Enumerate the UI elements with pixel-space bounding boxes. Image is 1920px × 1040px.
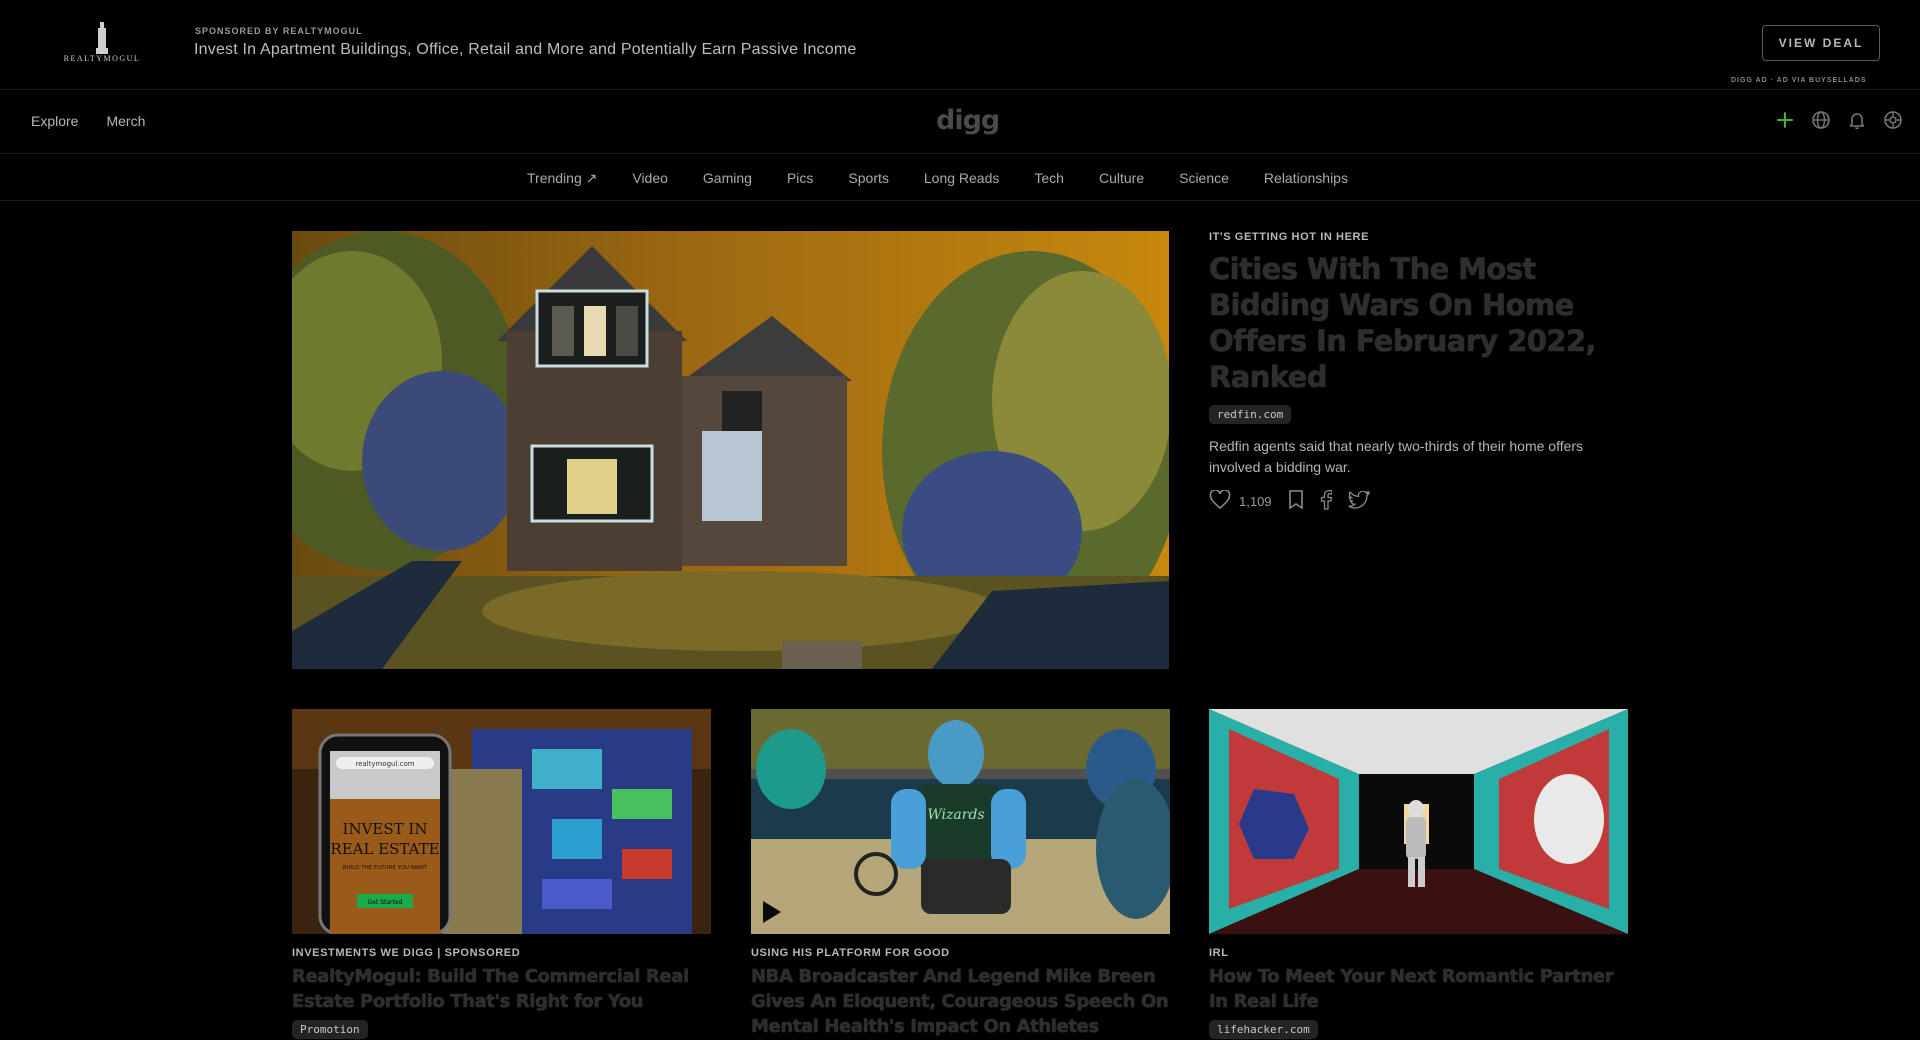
hero-description: Redfin agents said that nearly two-third…	[1209, 438, 1584, 475]
source-badge[interactable]: redfin.com	[1209, 405, 1292, 424]
card-image[interactable]	[1209, 709, 1628, 934]
phone-headline-1: INVEST IN	[343, 820, 428, 838]
category-bar: Trending ↗ Video Gaming Pics Sports Long…	[0, 155, 1920, 201]
category-tech[interactable]: Tech	[1034, 170, 1064, 187]
card-kicker[interactable]: IRL	[1209, 947, 1628, 959]
category-relationships[interactable]: Relationships	[1264, 170, 1348, 187]
category-culture[interactable]: Culture	[1099, 170, 1144, 187]
phone-url: realtymogul.com	[355, 760, 414, 768]
settings-icon[interactable]	[1882, 109, 1904, 131]
ad-attribution[interactable]: DIGG AD · AD VIA BUYSELLADS	[1731, 77, 1867, 84]
card-kicker[interactable]: USING HIS PLATFORM FOR GOOD	[751, 947, 1170, 959]
category-video[interactable]: Video	[632, 170, 668, 187]
category-sports[interactable]: Sports	[848, 170, 888, 187]
add-icon[interactable]	[1774, 109, 1796, 131]
realtymogul-logo[interactable]: REALTYMOGUL	[58, 22, 146, 68]
nav-merch[interactable]: Merch	[106, 113, 145, 129]
hero-image[interactable]	[292, 231, 1169, 669]
category-pics[interactable]: Pics	[787, 170, 813, 187]
nav-explore[interactable]: Explore	[31, 113, 78, 129]
like-count: 1,109	[1239, 494, 1272, 509]
category-list: Trending ↗ Video Gaming Pics Sports Long…	[527, 170, 1383, 187]
site-header: Explore Merch digg	[0, 91, 1920, 154]
category-science[interactable]: Science	[1179, 170, 1229, 187]
building-icon	[96, 22, 108, 54]
hero-kicker[interactable]: IT'S GETTING HOT IN HERE	[1209, 231, 1629, 243]
globe-icon[interactable]	[1810, 109, 1832, 131]
sponsored-banner[interactable]: REALTYMOGUL SPONSORED BY REALTYMOGUL Inv…	[0, 0, 1920, 90]
header-actions	[1774, 109, 1904, 131]
jersey-text: Wizards	[927, 807, 984, 823]
card-title[interactable]: NBA Broadcaster And Legend Mike Breen Gi…	[751, 964, 1170, 1039]
card-title[interactable]: RealtyMogul: Build The Commercial Real E…	[292, 964, 711, 1014]
digg-logo[interactable]: digg	[936, 105, 1000, 136]
source-badge[interactable]: Promotion	[292, 1020, 368, 1039]
category-long-reads[interactable]: Long Reads	[924, 170, 1000, 187]
source-badge[interactable]: lifehacker.com	[1209, 1020, 1318, 1039]
card-image[interactable]: Wizards	[751, 709, 1170, 934]
hero-title[interactable]: Cities With The Most Bidding Wars On Hom…	[1209, 251, 1629, 395]
category-gaming[interactable]: Gaming	[703, 170, 752, 187]
phone-subtext: BUILD THE FUTURE YOU WANT	[343, 865, 428, 871]
primary-nav: Explore Merch	[31, 113, 145, 129]
story-card: Wizards USING HIS PLATFORM FOR GOOD NBA …	[751, 709, 1170, 1039]
view-deal-button[interactable]: VIEW DEAL	[1762, 25, 1880, 61]
story-actions: 1,109	[1209, 489, 1629, 513]
card-image[interactable]: realtymogul.com INVEST IN REAL ESTATE BU…	[292, 709, 711, 934]
card-kicker[interactable]: INVESTMENTS WE DIGG | SPONSORED	[292, 947, 711, 959]
heart-icon[interactable]	[1209, 489, 1231, 513]
twitter-icon[interactable]	[1347, 490, 1371, 512]
ad-headline[interactable]: Invest In Apartment Buildings, Office, R…	[194, 41, 856, 59]
card-title[interactable]: How To Meet Your Next Romantic Partner I…	[1209, 964, 1628, 1014]
phone-cta: Get Started	[368, 899, 403, 906]
bell-icon[interactable]	[1846, 109, 1868, 131]
bookmark-icon[interactable]	[1288, 490, 1304, 513]
logo-wordmark: REALTYMOGUL	[63, 54, 141, 63]
story-card: IRL How To Meet Your Next Romantic Partn…	[1209, 709, 1628, 1039]
hero-story: IT'S GETTING HOT IN HERE Cities With The…	[1209, 231, 1629, 513]
story-card: realtymogul.com INVEST IN REAL ESTATE BU…	[292, 709, 711, 1039]
sponsor-label: SPONSORED BY REALTYMOGUL	[195, 26, 363, 36]
facebook-icon[interactable]	[1320, 489, 1333, 513]
category-trending[interactable]: Trending ↗	[527, 170, 597, 187]
phone-headline-2: REAL ESTATE	[330, 840, 439, 858]
